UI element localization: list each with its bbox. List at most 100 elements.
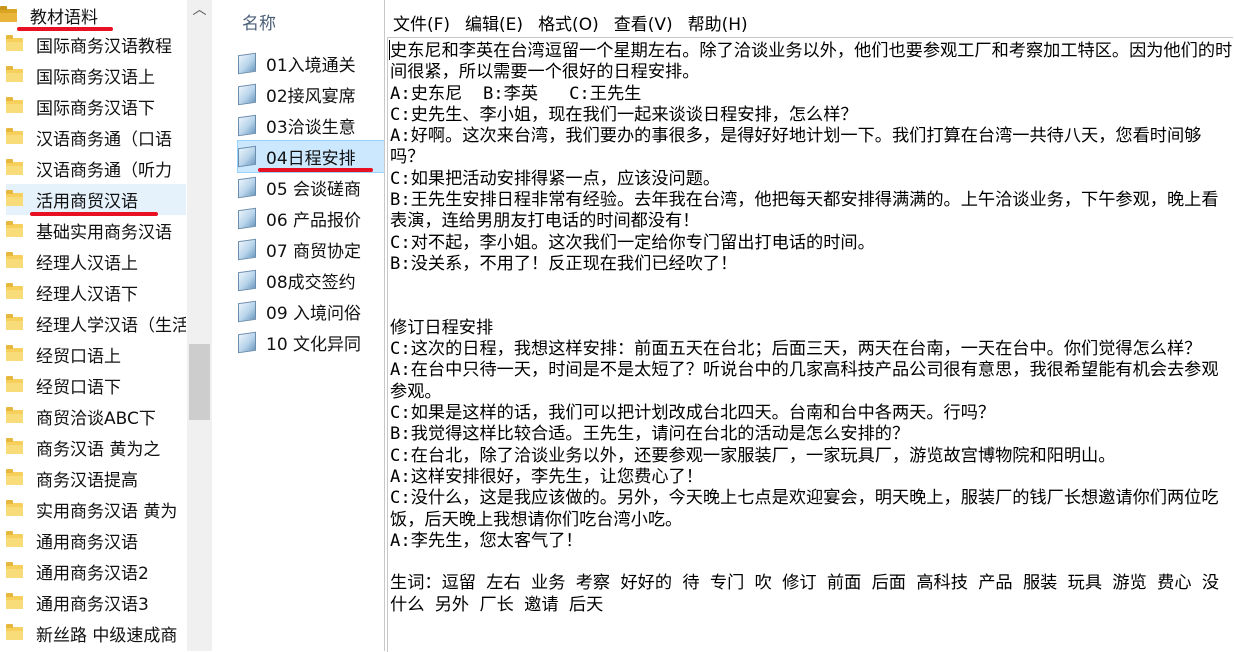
file-item[interactable]: 07 商贸协定 <box>238 234 384 265</box>
document-text: 史东尼和李英在台湾逗留一个星期左右。除了洽谈业务以外，他们也要参观工厂和考察加工… <box>390 41 1233 615</box>
tree-folder-item[interactable]: 基础实用商务汉语 <box>6 215 186 246</box>
folder-icon <box>6 407 23 423</box>
folder-icon <box>6 128 23 144</box>
folder-icon <box>6 438 23 454</box>
tree-folder-label: 商务汉语提高 <box>36 471 138 491</box>
tree-folder-label: 通用商务汉语 <box>36 533 138 553</box>
file-item[interactable]: 03洽谈生意 <box>238 110 384 141</box>
menu-view[interactable]: 查看(V) <box>606 4 680 35</box>
folder-icon <box>6 593 23 609</box>
notepad-window: 文件(F) 编辑(E) 格式(O) 查看(V) 帮助(H) 史东尼和李英在台湾逗… <box>384 0 1234 652</box>
tree-folder-item[interactable]: 经贸口语上 <box>6 339 186 370</box>
tree-folder-label: 实用商务汉语 黄为 <box>36 502 178 522</box>
menu-file[interactable]: 文件(F) <box>385 4 457 35</box>
tree-folder-label: 商务汉语 黄为之 <box>36 440 161 460</box>
file-name-label: 07 商贸协定 <box>266 242 362 262</box>
folder-icon <box>6 66 23 82</box>
text-file-icon <box>238 145 256 168</box>
tree-folder-item[interactable]: 通用商务汉语 <box>6 525 186 556</box>
folder-icon <box>6 624 23 640</box>
file-item[interactable]: 09 入境问俗 <box>238 296 384 327</box>
tree-folder-item[interactable]: 经理人汉语上 <box>6 246 186 277</box>
file-name-label: 02接风宴席 <box>266 87 356 107</box>
tree-folder-label: 国际商务汉语下 <box>36 99 155 119</box>
folder-icon <box>6 376 23 392</box>
tree-folder-item[interactable]: 通用商务汉语3 <box>6 587 186 618</box>
tree-scrollbar[interactable]: ︿ <box>187 0 212 651</box>
file-item[interactable]: 08成交签约 <box>238 265 384 296</box>
annotation-underline <box>30 212 158 216</box>
tree-folder-item[interactable]: 经理人汉语下 <box>6 277 186 308</box>
annotation-underline <box>17 27 113 31</box>
text-file-icon <box>238 300 256 323</box>
file-name-label: 05 会谈磋商 <box>266 180 362 200</box>
window-border <box>384 0 385 651</box>
folder-icon <box>6 159 23 175</box>
folder-tree: 教材语料 国际商务汉语教程 国际商务汉语上 国际商务汉语下 汉语商务通（口语 汉语商务通… <box>0 0 212 651</box>
annotation-underline <box>258 168 373 172</box>
tree-root-label: 教材语料 <box>30 8 98 28</box>
tree-folder-item[interactable]: 经理人学汉语（生活 <box>6 308 186 339</box>
folder-icon <box>6 531 23 547</box>
text-file-icon <box>238 207 256 230</box>
menu-help[interactable]: 帮助(H) <box>680 4 755 35</box>
tree-folder-item[interactable]: 汉语商务通（口语 <box>6 122 186 153</box>
file-name-label: 01入境通关 <box>266 56 356 76</box>
tree-folder-label: 经理人汉语上 <box>36 254 138 274</box>
tree-folder-label: 商贸洽谈ABC下 <box>36 409 156 429</box>
folder-icon <box>6 562 23 578</box>
tree-folder-item[interactable]: 新丝路 中级速成商 <box>6 618 186 649</box>
menu-bar: 文件(F) 编辑(E) 格式(O) 查看(V) 帮助(H) <box>385 4 755 35</box>
tree-folder-label: 汉语商务通（听力 <box>36 161 172 181</box>
tree-folder-label: 国际商务汉语教程 <box>36 37 172 57</box>
folder-icon <box>6 283 23 299</box>
file-name-label: 06 产品报价 <box>266 211 362 231</box>
folder-icon <box>6 345 23 361</box>
tree-folder-item[interactable]: 商务汉语提高 <box>6 463 186 494</box>
name-column-header[interactable]: 名称 <box>242 9 276 34</box>
file-item[interactable]: 10 文化异同 <box>238 327 384 358</box>
tree-folder-item[interactable]: 国际商务汉语上 <box>6 60 186 91</box>
tree-folder-item[interactable]: 商务汉语 黄为之 <box>6 432 186 463</box>
folder-icon <box>6 314 23 330</box>
tree-folder-label: 汉语商务通（口语 <box>36 130 172 150</box>
file-item[interactable]: 06 产品报价 <box>238 203 384 234</box>
tree-folder-label: 国际商务汉语上 <box>36 68 155 88</box>
file-item[interactable]: 02接风宴席 <box>238 79 384 110</box>
tree-folder-item[interactable]: 通用商务汉语2 <box>6 556 186 587</box>
text-file-icon <box>238 331 256 354</box>
tree-folder-item[interactable]: 国际商务汉语教程 <box>6 29 186 60</box>
tree-folder-label: 新丝路 中级速成商 <box>36 626 178 646</box>
text-file-icon <box>238 238 256 261</box>
file-name-label: 08成交签约 <box>266 273 356 293</box>
menu-format[interactable]: 格式(O) <box>530 4 606 35</box>
tree-folder-label: 活用商贸汉语 <box>36 192 138 212</box>
tree-folder-label: 通用商务汉语2 <box>36 564 149 584</box>
file-item[interactable]: 01入境通关 <box>238 48 384 79</box>
text-file-icon <box>238 176 256 199</box>
chevron-up-icon[interactable]: ︿ <box>191 2 208 19</box>
tree-folder-item[interactable]: 汉语商务通（听力 <box>6 153 186 184</box>
folder-icon <box>6 252 23 268</box>
folder-icon <box>6 500 23 516</box>
tree-folder-item[interactable]: 活用商贸汉语 <box>6 184 186 215</box>
file-name-label: 03洽谈生意 <box>266 118 356 138</box>
text-file-icon <box>238 114 256 137</box>
tree-folder-label: 经理人学汉语（生活 <box>36 316 186 336</box>
folder-icon <box>6 469 23 485</box>
tree-folder-item[interactable]: 实用商务汉语 黄为 <box>6 494 186 525</box>
tree-folder-item[interactable]: 国际商务汉语下 <box>6 91 186 122</box>
scrollbar-thumb[interactable] <box>189 344 210 420</box>
file-list: 名称 01入境通关 02接风宴席 03洽谈生意 04日程安排 05 会谈磋商 06 产品报… <box>212 0 384 651</box>
file-item[interactable]: 05 会谈磋商 <box>238 172 384 203</box>
tree-folder-label: 经贸口语下 <box>36 378 121 398</box>
text-file-icon <box>238 52 256 75</box>
menu-edit[interactable]: 编辑(E) <box>457 4 530 35</box>
tree-folder-item[interactable]: 商贸洽谈ABC下 <box>6 401 186 432</box>
tree-folder-label: 基础实用商务汉语 <box>36 223 172 243</box>
text-file-icon <box>238 269 256 292</box>
tree-folder-label: 通用商务汉语3 <box>36 595 149 615</box>
tree-folder-item[interactable]: 经贸口语下 <box>6 370 186 401</box>
text-editor[interactable]: 史东尼和李英在台湾逗留一个星期左右。除了洽谈业务以外，他们也要参观工厂和考察加工… <box>387 37 1233 652</box>
text-caret <box>389 40 390 60</box>
